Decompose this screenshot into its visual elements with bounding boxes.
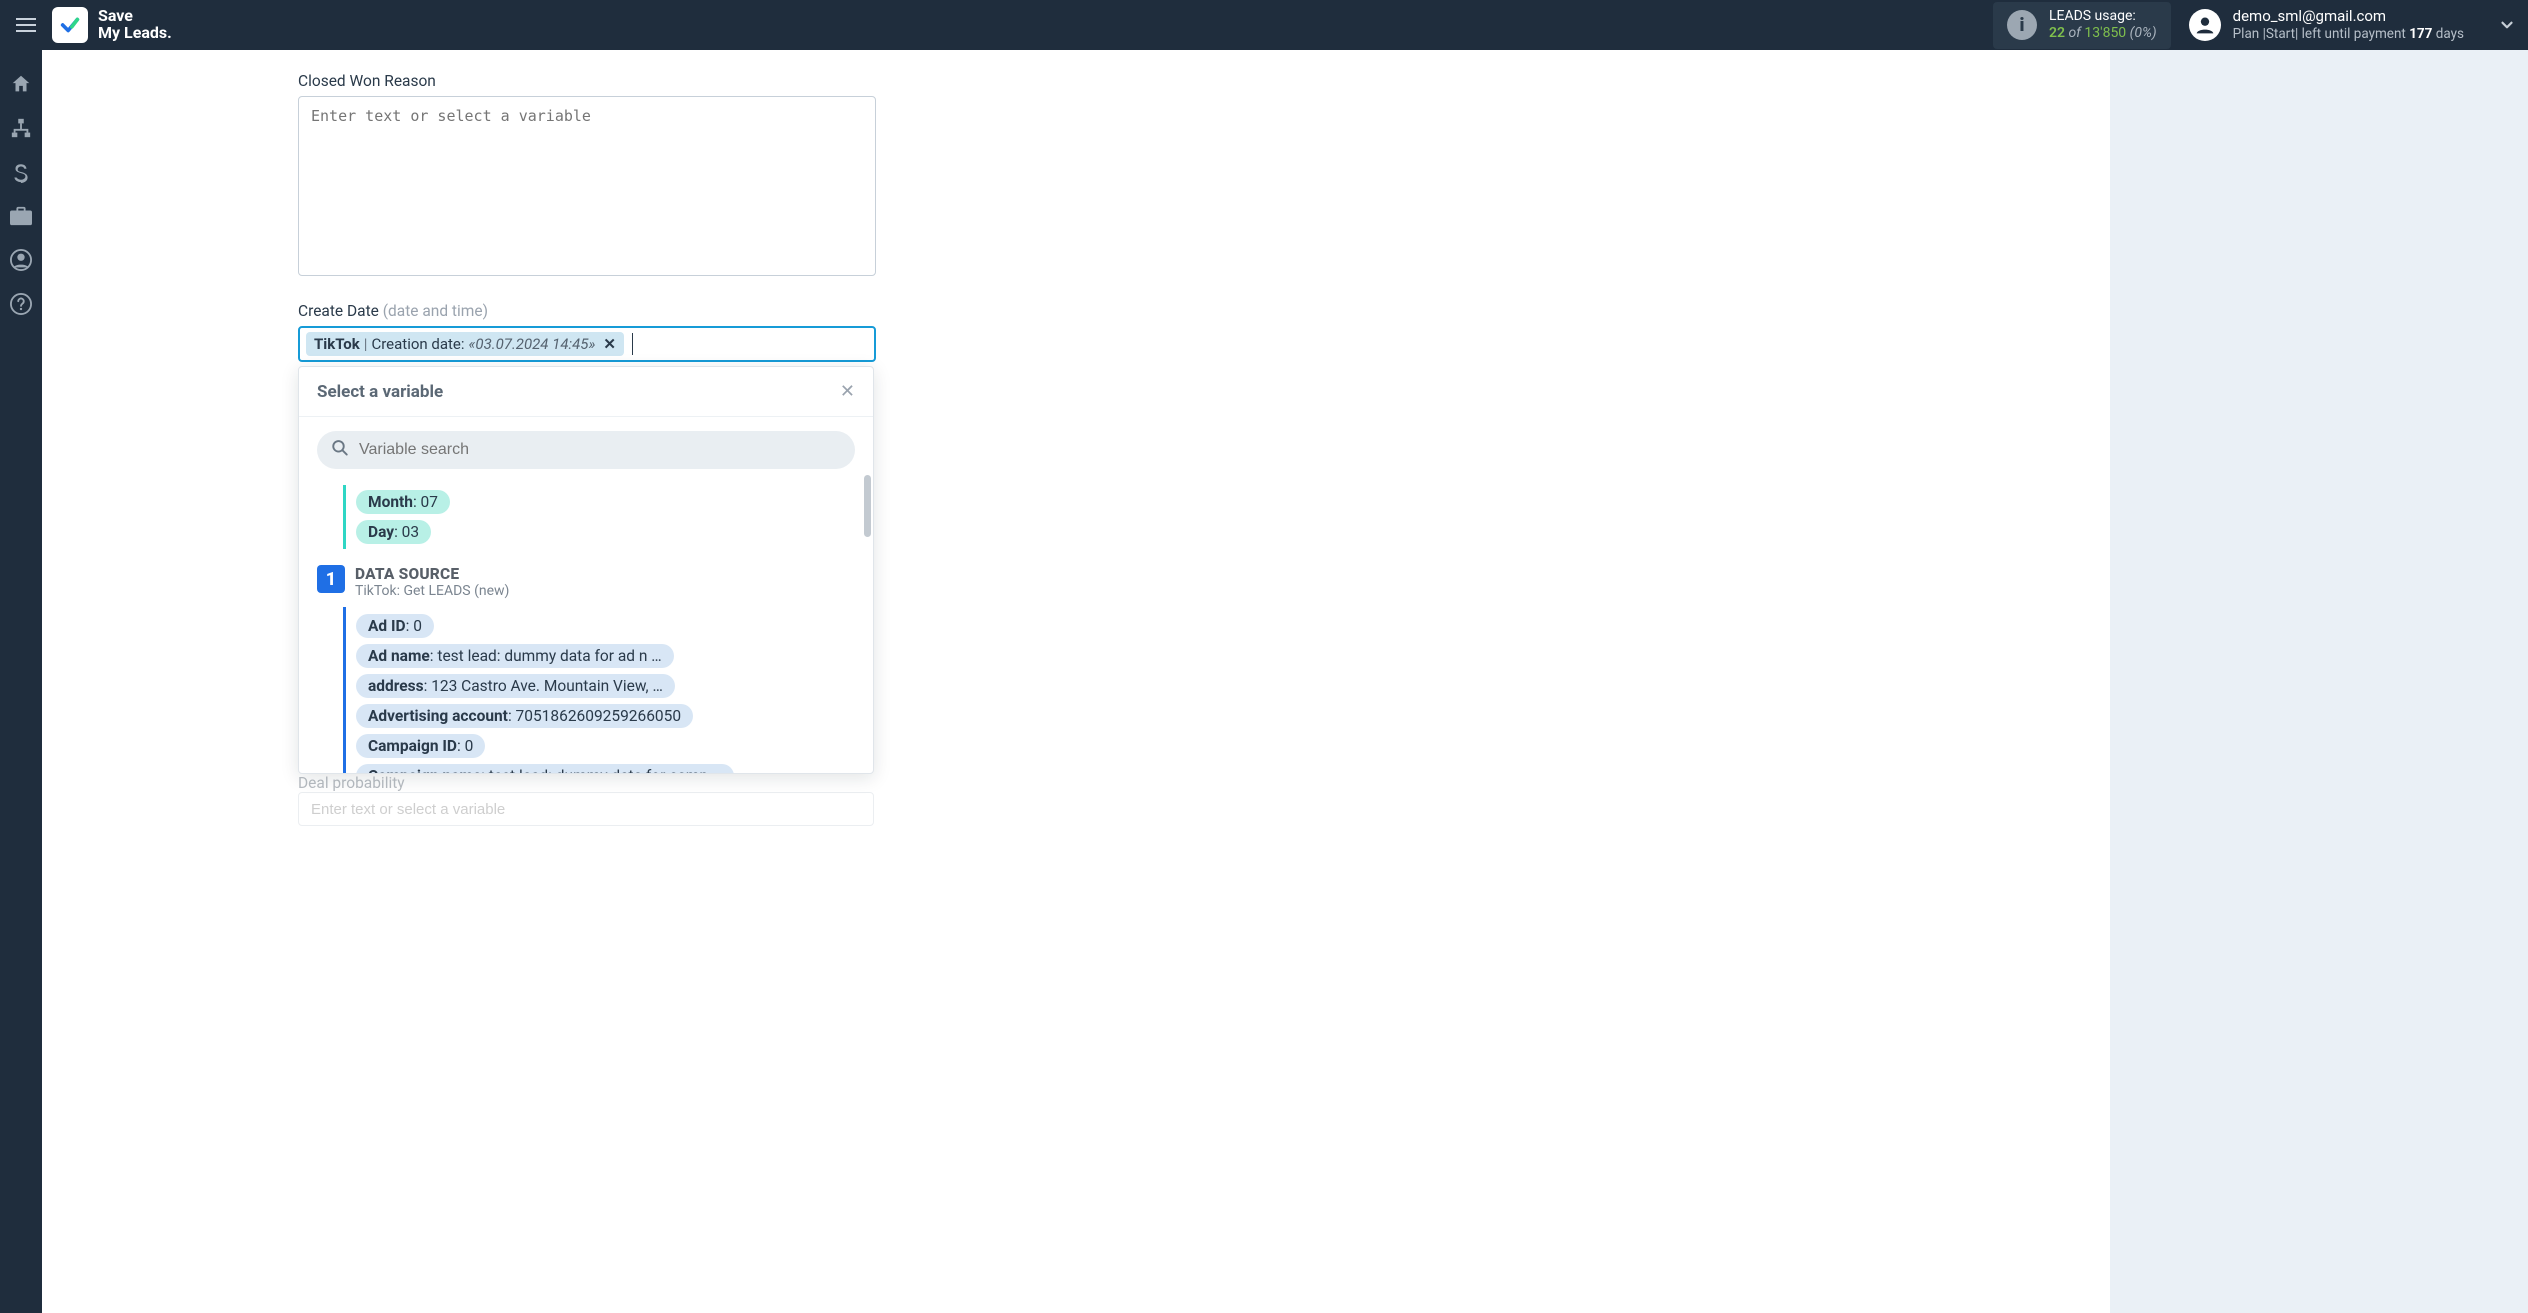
usage-box[interactable]: i LEADS usage: 22 of 13'850 (0%) [1993,2,2171,49]
data-source-header: 1 DATA SOURCE TikTok: Get LEADS (new) [317,565,873,599]
info-icon: i [2007,10,2037,40]
create-date-hint: (date and time) [383,302,488,320]
source-title: DATA SOURCE [355,565,509,583]
src-var-campaign-id[interactable]: Campaign ID: 0 [356,734,485,758]
nav-home-icon[interactable] [9,72,33,96]
form-panel: Closed Won Reason Create Date (date and … [42,50,2110,1313]
chevron-down-icon[interactable] [2498,16,2516,34]
account-menu[interactable]: demo_sml@gmail.com Plan |Start| left unt… [2189,7,2516,43]
usage-text: LEADS usage: 22 of 13'850 (0%) [2049,8,2157,43]
create-date-label-text: Create Date [298,302,383,320]
account-text: demo_sml@gmail.com Plan |Start| left unt… [2233,7,2464,43]
usage-total: 13'850 [2084,25,2126,41]
nav-toolbox-icon[interactable] [9,204,33,228]
text-caret [632,333,633,355]
src-var-campaign-name[interactable]: Campaign name: test lead: dummy data for… [356,764,734,773]
checkmark-icon [59,14,81,36]
user-icon [2195,15,2215,35]
source-variables-group: Ad ID: 0 Ad name: test lead: dummy data … [343,607,873,773]
src-var-ad-name[interactable]: Ad name: test lead: dummy data for ad n … [356,644,674,668]
sys-var-month[interactable]: Month: 07 [356,490,450,514]
source-step-badge: 1 [317,565,345,593]
nav-help-icon[interactable] [9,292,33,316]
src-var-ad-id[interactable]: Ad ID: 0 [356,614,434,638]
dropdown-title: Select a variable [317,382,443,402]
chip-example: «03.07.2024 14:45» [469,335,596,353]
dropdown-close-icon[interactable]: ✕ [840,381,855,402]
chip-source: TikTok [314,335,360,353]
variable-chip[interactable]: TikTok | Creation date: «03.07.2024 14:4… [306,332,624,356]
account-email: demo_sml@gmail.com [2233,7,2464,26]
brand-line2: My Leads. [98,25,172,42]
dropdown-body[interactable]: Month: 07 Day: 03 1 DATA SOURCE TikTok: … [299,475,873,773]
left-sidebar [0,50,42,1313]
deal-probability-input[interactable] [298,792,874,826]
dropdown-scrollbar[interactable] [864,475,871,537]
create-date-label: Create Date (date and time) [298,302,876,320]
search-icon [331,439,349,457]
nav-profile-icon[interactable] [9,248,33,272]
usage-label: LEADS usage: [2049,8,2157,26]
deal-probability-label: Deal probability [298,774,405,792]
account-plan-days-word: days [2432,26,2464,42]
chip-remove-icon[interactable]: ✕ [603,335,616,353]
variable-search-input[interactable] [317,431,855,469]
system-variables-group: Month: 07 Day: 03 [343,485,873,549]
app-header: Save My Leads. i LEADS usage: 22 of 13'8… [0,0,2528,50]
usage-used: 22 [2049,25,2065,41]
nav-billing-icon[interactable] [9,160,33,184]
src-var-address[interactable]: address: 123 Castro Ave. Mountain View, … [356,674,675,698]
closed-won-input[interactable] [298,96,876,276]
account-plan: Plan |Start| left until payment 177 days [2233,26,2464,43]
chip-field: Creation date: [371,335,464,353]
chip-sep: | [364,335,368,353]
create-date-input[interactable]: TikTok | Creation date: «03.07.2024 14:4… [298,326,876,362]
closed-won-label: Closed Won Reason [298,72,876,90]
brand-logo[interactable] [52,7,88,43]
sys-var-day[interactable]: Day: 03 [356,520,431,544]
variable-dropdown: Select a variable ✕ Month: 07 Day: 03 [298,366,874,774]
main-canvas: Closed Won Reason Create Date (date and … [42,50,2528,1313]
usage-pct: (0%) [2130,25,2157,41]
avatar-icon [2189,9,2221,41]
usage-of: of [2068,25,2080,41]
account-plan-days-num: 177 [2409,26,2432,42]
menu-icon[interactable] [12,14,40,36]
form-column: Closed Won Reason Create Date (date and … [298,72,876,362]
source-subtitle: TikTok: Get LEADS (new) [355,583,509,599]
brand-text: Save My Leads. [98,8,172,42]
src-var-adv-account[interactable]: Advertising account: 7051862609259266050 [356,704,693,728]
nav-sitemap-icon[interactable] [9,116,33,140]
account-plan-prefix: Plan |Start| left until payment [2233,26,2410,42]
